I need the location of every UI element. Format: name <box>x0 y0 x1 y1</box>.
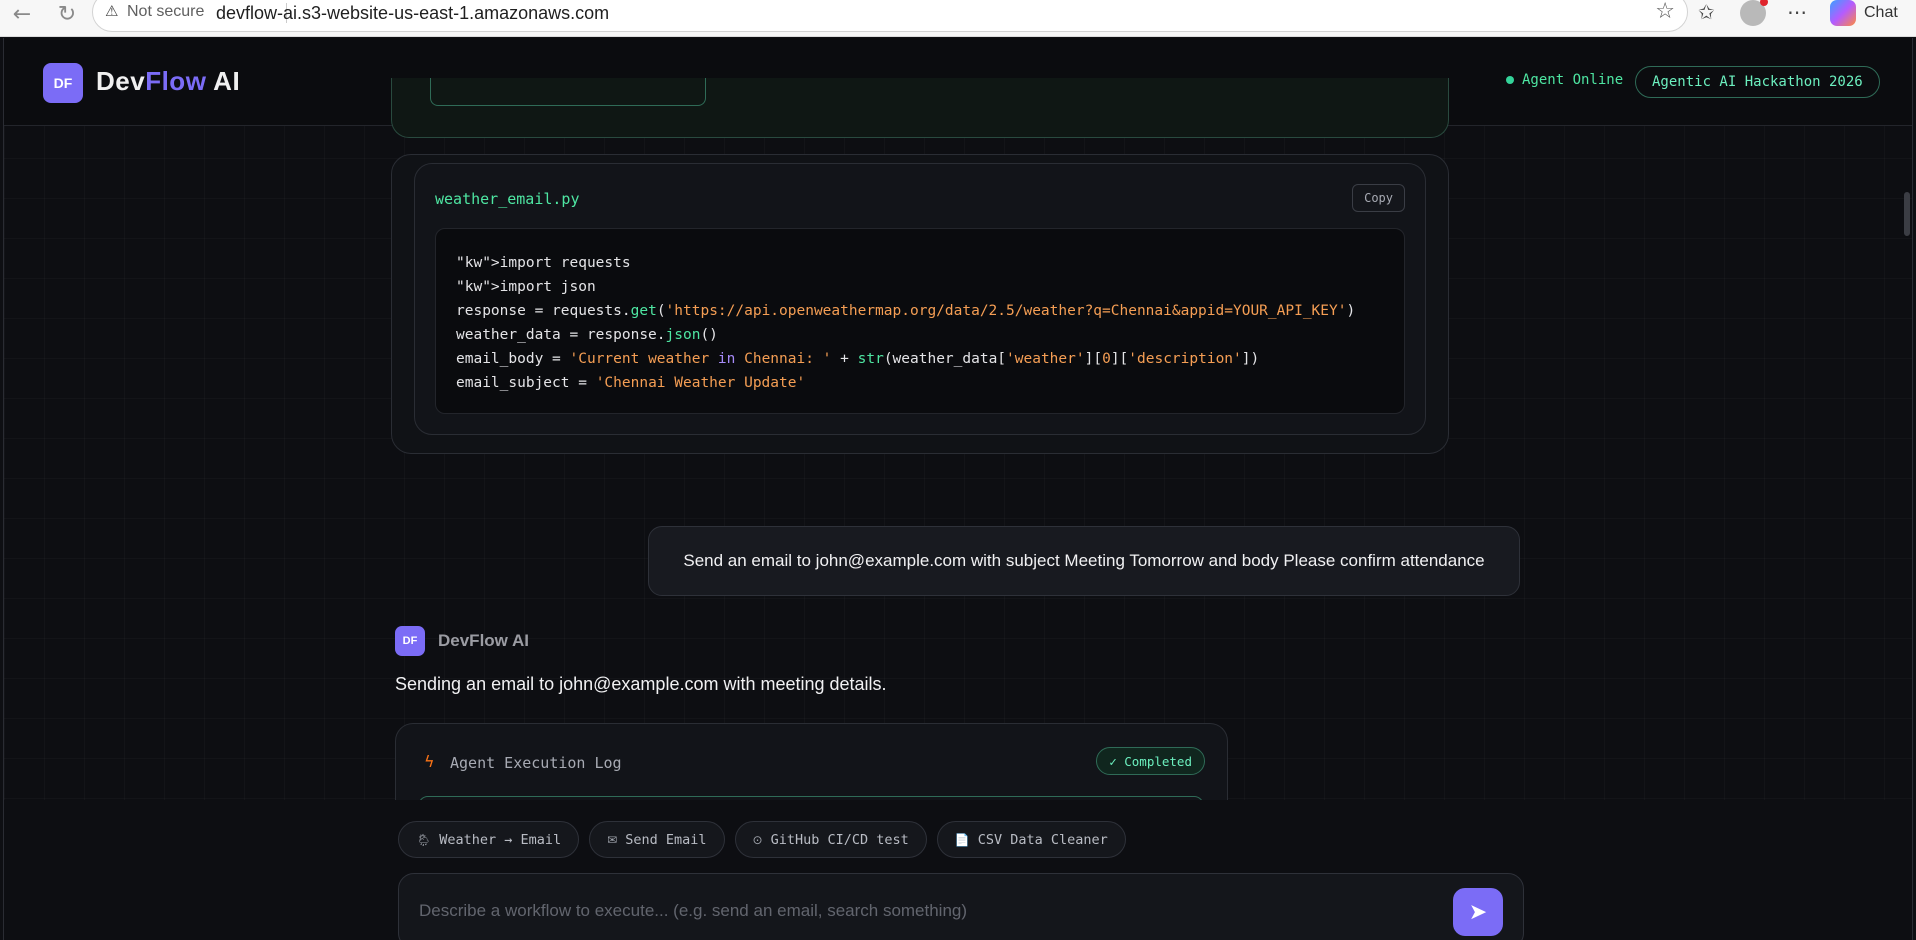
composer-box: ➤ <box>398 873 1524 940</box>
reload-icon[interactable]: ↻ <box>53 0 81 28</box>
chat-label: Chat <box>1864 4 1898 21</box>
code-body: "kw">import requests "kw">import json resp… <box>435 228 1405 414</box>
chip-icon: ⊙ <box>752 832 763 847</box>
copilot-icon <box>1830 0 1856 26</box>
execution-log-card: ϟ Agent Execution Log ✓ Completed <box>395 723 1228 803</box>
code-line: "kw">import json <box>456 279 596 295</box>
suggestion-chip[interactable]: 📄 CSV Data Cleaner <box>936 821 1126 858</box>
chip-label: CSV Data Cleaner <box>977 831 1108 848</box>
devflow-app: DF DevFlow AI Agent Online Agentic AI Ha… <box>3 38 1913 940</box>
scrollbar-thumb[interactable] <box>1904 192 1910 236</box>
suggestion-chip[interactable]: ⊙ GitHub CI/CD test <box>734 821 927 858</box>
execution-log-title: Agent Execution Log <box>450 754 622 772</box>
chip-label: GitHub CI/CD test <box>770 831 909 848</box>
send-button[interactable]: ➤ <box>1453 888 1503 936</box>
chip-label: Send Email <box>625 831 707 848</box>
favorite-star-icon[interactable]: ☆ <box>1655 0 1675 24</box>
logo-suffix: AI <box>206 66 241 96</box>
suggestion-chip[interactable]: ✉ Send Email <box>589 821 725 858</box>
code-line: response = requests.get('https://api.ope… <box>456 303 1356 319</box>
back-icon[interactable]: ← <box>8 0 36 28</box>
workflow-input[interactable] <box>419 874 1419 940</box>
ai-avatar: DF <box>395 626 425 656</box>
code-line: "kw">import requests <box>456 255 631 271</box>
logo-main: Dev <box>96 66 146 96</box>
security-label[interactable]: Not secure <box>127 3 204 21</box>
suggestion-chip[interactable]: 🌦 Weather → Email <box>398 821 580 858</box>
agent-status-label: Agent Online <box>1522 72 1624 88</box>
ai-message: Sending an email to john@example.com wit… <box>395 674 887 694</box>
browser-toolbar: ← ↻ ⚠ Not secure devflow-ai.s3-website-u… <box>0 0 1916 37</box>
event-badge: Agentic AI Hackathon 2026 <box>1635 66 1880 98</box>
copy-button[interactable]: Copy <box>1352 184 1405 212</box>
status-dot-icon <box>1506 76 1514 84</box>
code-card: weather_email.py Copy "kw">import reques… <box>414 163 1426 435</box>
notification-dot <box>1760 0 1768 6</box>
logo-accent: Flow <box>145 66 207 96</box>
chip-label: Weather → Email <box>439 831 562 848</box>
user-message: Send an email to john@example.com with s… <box>648 526 1520 596</box>
logo-text: DevFlow AI <box>96 66 240 97</box>
code-line: weather_data = response.json() <box>456 327 718 343</box>
send-icon: ➤ <box>1468 899 1488 925</box>
chip-icon: 🌦 <box>416 832 432 847</box>
favorites-icon[interactable]: ✩ <box>1698 0 1715 24</box>
previous-log-card <box>391 78 1449 138</box>
warning-icon: ⚠ <box>105 2 119 20</box>
agent-status: Agent Online <box>1506 72 1623 88</box>
more-menu-icon[interactable]: ⋯ <box>1787 0 1807 24</box>
logo-badge: DF <box>43 63 83 103</box>
code-line: email_subject = 'Chennai Weather Update' <box>456 375 806 391</box>
chip-icon: 📄 <box>954 832 970 847</box>
ai-name: DevFlow AI <box>438 631 529 650</box>
code-filename: weather_email.py <box>435 190 580 208</box>
url-text[interactable]: devflow-ai.s3-website-us-east-1.amazonaw… <box>216 3 609 24</box>
copilot-chat-button[interactable]: Chat <box>1830 0 1898 26</box>
suggestion-chips: 🌦 Weather → Email ✉ Send Email ⊙ GitHub CI/CD… <box>398 821 1126 858</box>
address-bar[interactable]: ⚠ Not secure devflow-ai.s3-website-us-ea… <box>92 0 1688 32</box>
bolt-icon: ϟ <box>424 752 435 771</box>
profile-avatar[interactable] <box>1740 0 1768 26</box>
status-badge: ✓ Completed <box>1096 747 1205 775</box>
previous-log-step <box>430 78 706 106</box>
code-line: email_body = 'Current weather in Chennai… <box>456 351 1260 367</box>
chip-icon: ✉ <box>607 832 618 847</box>
